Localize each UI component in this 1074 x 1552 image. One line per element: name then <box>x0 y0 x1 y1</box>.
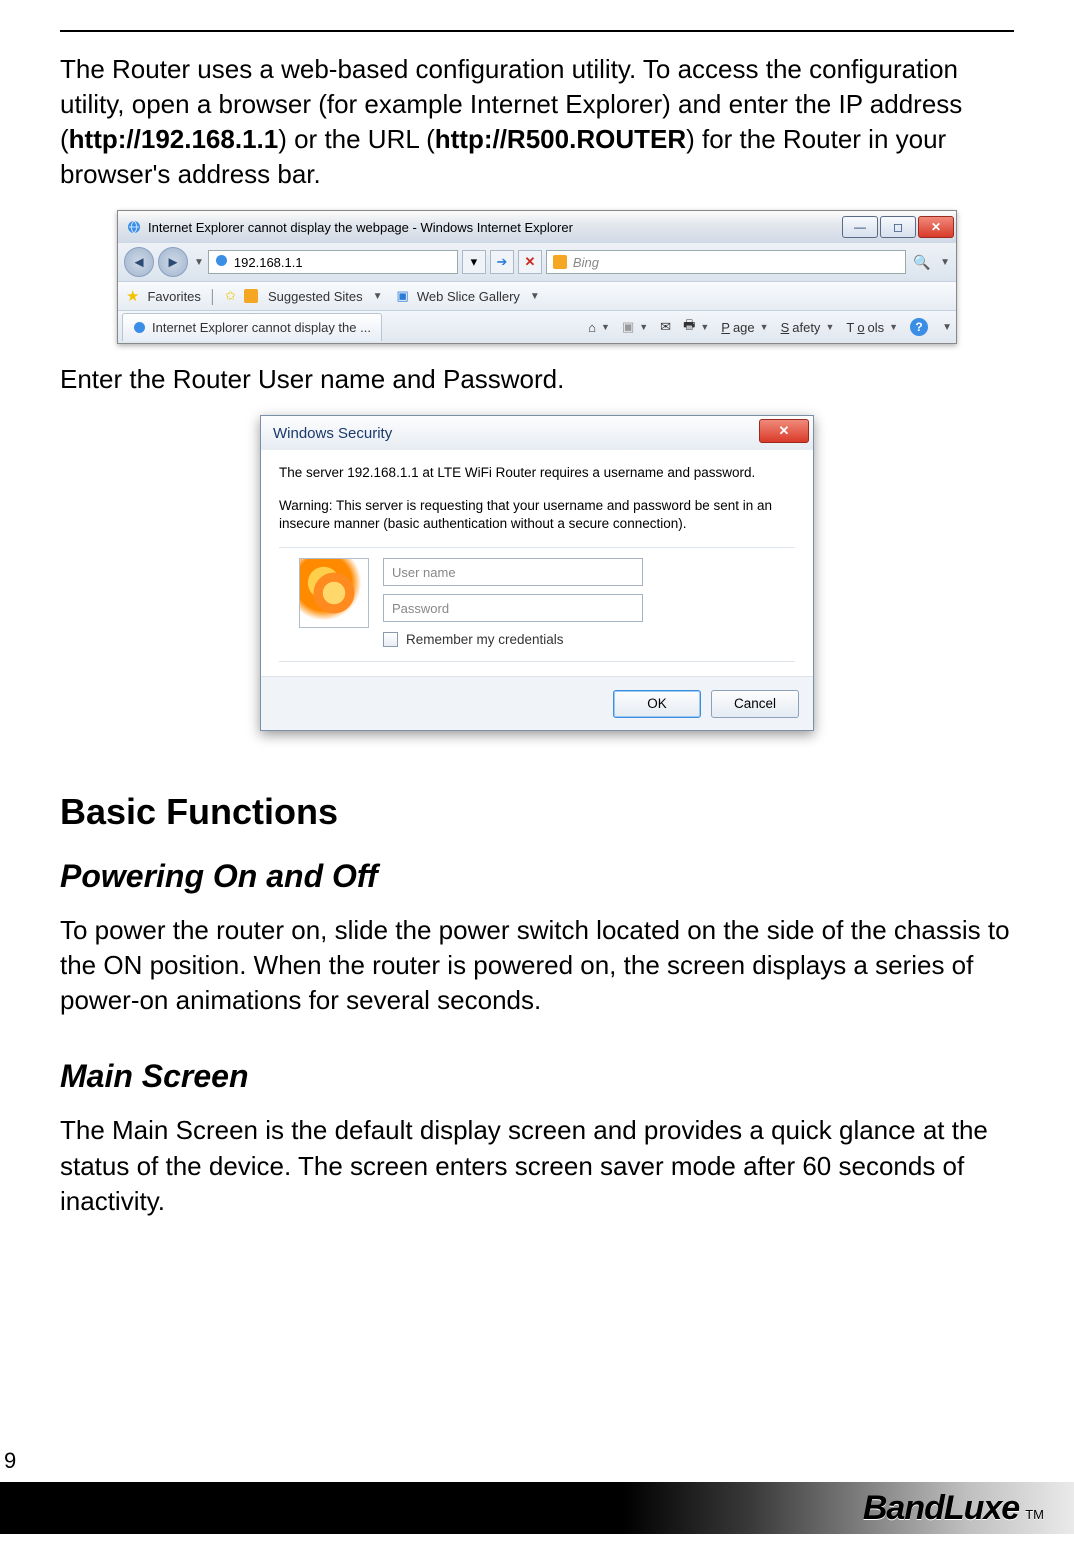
security-message-1: The server 192.168.1.1 at LTE WiFi Route… <box>279 464 795 482</box>
ie-favorites-bar: ★ Favorites │ ✩ Suggested Sites ▼ ▣ Web S… <box>118 281 956 311</box>
top-rule <box>60 30 1014 32</box>
window-buttons: ― ◻ ✕ <box>842 216 954 238</box>
address-text: 192.168.1.1 <box>234 255 303 270</box>
address-dropdown-button[interactable]: ▾ <box>462 250 486 274</box>
credentials-row: User name Password Remember my credentia… <box>279 547 795 662</box>
page-number: 9 <box>4 1448 16 1474</box>
command-bar: ⌂▼ ▣▼ ✉ 🖶▼ PPageage▼ Safety▼ Tools▼ ? ▼ <box>588 316 952 338</box>
cancel-label: Cancel <box>734 696 776 711</box>
webslice-link[interactable]: Web Slice Gallery <box>417 289 520 304</box>
page-menu[interactable]: PPageage▼ <box>721 320 768 335</box>
address-input[interactable]: 192.168.1.1 <box>208 250 458 274</box>
password-input[interactable]: Password <box>383 594 643 622</box>
intro-ip: http://192.168.1.1 <box>69 124 279 154</box>
search-dropdown-icon[interactable]: ▼ <box>940 257 950 268</box>
ie-tab-bar: Internet Explorer cannot display the ...… <box>118 311 956 343</box>
ie-page-icon <box>126 219 142 235</box>
powering-body: To power the router on, slide the power … <box>60 913 1014 1018</box>
ok-button[interactable]: OK <box>613 690 701 718</box>
stop-button[interactable]: ✕ <box>518 250 542 274</box>
security-close-button[interactable]: ✕ <box>759 419 809 443</box>
cancel-button[interactable]: Cancel <box>711 690 799 718</box>
remember-label: Remember my credentials <box>406 632 564 647</box>
intro-paragraph: The Router uses a web-based configuratio… <box>60 52 1014 192</box>
tools-menu[interactable]: Tools▼ <box>846 320 898 335</box>
page-favicon-icon <box>215 254 228 270</box>
favbar-separator: │ <box>209 289 217 304</box>
brand-logo: BandLuxe TM <box>863 1489 1044 1528</box>
ie-title: Internet Explorer cannot display the web… <box>148 220 842 235</box>
suggested-sites-link[interactable]: Suggested Sites <box>268 289 363 304</box>
security-body: The server 192.168.1.1 at LTE WiFi Route… <box>261 450 813 676</box>
help-button[interactable]: ? <box>910 318 928 336</box>
main-screen-body: The Main Screen is the default display s… <box>60 1113 1014 1218</box>
suggested-dropdown-icon[interactable]: ▼ <box>373 291 383 302</box>
password-placeholder: Password <box>392 601 449 616</box>
suggested-sites-icon <box>244 289 258 303</box>
intro-url: http://R500.ROUTER <box>435 124 686 154</box>
user-avatar-icon <box>299 558 369 628</box>
safety-menu[interactable]: Safety▼ <box>781 320 835 335</box>
username-input[interactable]: User name <box>383 558 643 586</box>
webslice-icon: ▣ <box>397 288 409 304</box>
maximize-button[interactable]: ◻ <box>880 216 916 238</box>
tab-label: Internet Explorer cannot display the ... <box>152 320 371 335</box>
bing-icon <box>553 255 567 269</box>
remember-credentials-checkbox[interactable]: Remember my credentials <box>383 632 789 647</box>
footer-bar: BandLuxe TM <box>0 1482 1074 1534</box>
intro-text-b: ) or the URL ( <box>278 124 435 154</box>
minimize-button[interactable]: ― <box>842 216 878 238</box>
browser-tab[interactable]: Internet Explorer cannot display the ... <box>122 313 382 341</box>
add-favorite-icon[interactable]: ✩ <box>225 288 236 304</box>
credentials-instruction: Enter the Router User name and Password. <box>60 362 1014 397</box>
feeds-button[interactable]: ▣▼ <box>622 319 648 335</box>
ie-titlebar: Internet Explorer cannot display the web… <box>118 211 956 243</box>
ie-address-bar: ◄ ► ▼ 192.168.1.1 ▾ ➔ ✕ Bing 🔍 ▼ <box>118 243 956 281</box>
security-message-2: Warning: This server is requesting that … <box>279 497 795 533</box>
ok-label: OK <box>647 696 667 711</box>
security-footer: OK Cancel <box>261 676 813 730</box>
back-button[interactable]: ◄ <box>124 247 154 277</box>
checkbox-icon <box>383 632 398 647</box>
favorites-star-icon[interactable]: ★ <box>126 287 139 305</box>
home-button[interactable]: ⌂▼ <box>588 320 610 335</box>
credentials-fields: User name Password Remember my credentia… <box>383 558 789 647</box>
trademark-symbol: TM <box>1025 1507 1044 1522</box>
security-titlebar: Windows Security ✕ <box>261 416 813 450</box>
search-box[interactable]: Bing <box>546 250 906 274</box>
go-button[interactable]: ➔ <box>490 250 514 274</box>
forward-button[interactable]: ► <box>158 247 188 277</box>
search-provider-label: Bing <box>573 255 599 270</box>
help-dropdown-icon[interactable]: ▼ <box>942 322 952 333</box>
heading-powering: Powering On and Off <box>60 858 1014 895</box>
favorites-label[interactable]: Favorites <box>147 289 200 304</box>
print-button[interactable]: 🖶▼ <box>683 316 709 338</box>
heading-basic-functions: Basic Functions <box>60 791 1014 833</box>
username-placeholder: User name <box>392 565 456 580</box>
nav-dropdown-icon[interactable]: ▼ <box>194 257 204 268</box>
windows-security-dialog: Windows Security ✕ The server 192.168.1.… <box>260 415 814 731</box>
read-mail-button[interactable]: ✉ <box>660 319 671 335</box>
brand-text: BandLuxe <box>863 1489 1019 1528</box>
search-button[interactable]: 🔍 <box>910 254 934 271</box>
webslice-dropdown-icon[interactable]: ▼ <box>530 291 540 302</box>
security-title: Windows Security <box>273 425 392 442</box>
tab-favicon-icon <box>133 321 146 334</box>
ie-window: Internet Explorer cannot display the web… <box>117 210 957 344</box>
close-button[interactable]: ✕ <box>918 216 954 238</box>
heading-main-screen: Main Screen <box>60 1058 1014 1095</box>
